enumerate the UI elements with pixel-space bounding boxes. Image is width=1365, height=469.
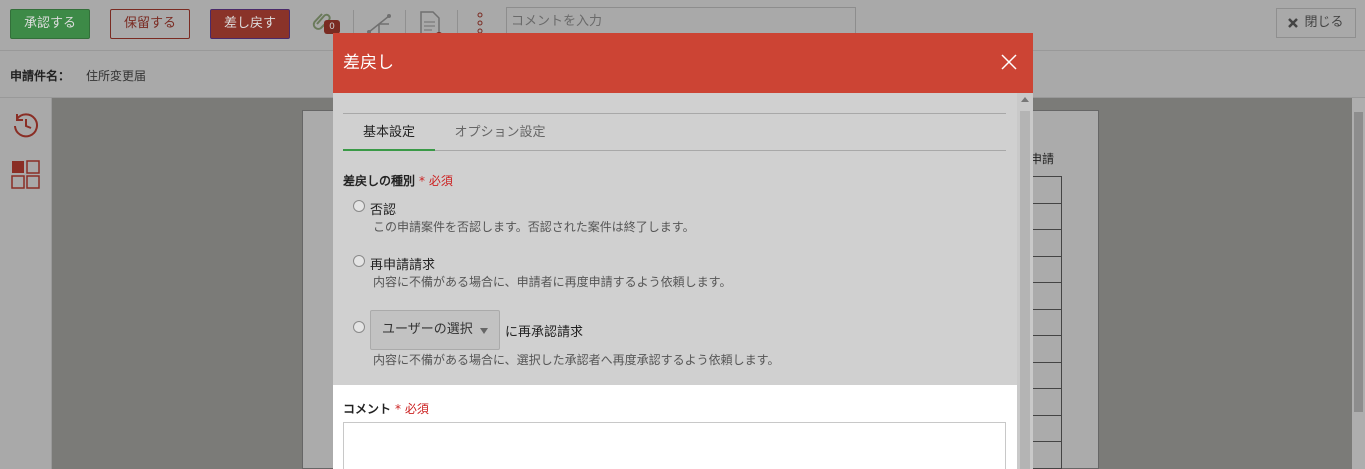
option-reapprove-desc: 内容に不備がある場合に、選択した承認者へ再度承認するよう依頼します。 bbox=[373, 353, 780, 367]
user-select-value: ユーザーの選択 bbox=[382, 322, 473, 337]
approve-button[interactable]: 承認する bbox=[10, 9, 90, 39]
tab-option-settings[interactable]: オプション設定 bbox=[435, 114, 565, 151]
close-button[interactable]: 閉じる bbox=[1276, 8, 1356, 38]
comment-required-mark: * 必須 bbox=[395, 402, 429, 416]
document-heading-fragment: 申請 bbox=[1030, 152, 1055, 166]
return-dialog: 差戻し 基本設定 オプション設定 差戻しの種別 * 必須 否認 この申請案件を否認… bbox=[333, 33, 1033, 469]
return-type-label-text: 差戻しの種別 bbox=[343, 174, 416, 188]
chevron-down-icon bbox=[480, 328, 488, 334]
request-name-label: 申請件名： bbox=[10, 69, 71, 83]
dialog-scrollbar-thumb[interactable] bbox=[1020, 111, 1030, 469]
radio-reject[interactable] bbox=[353, 200, 365, 212]
option-reject-label: 否認 bbox=[370, 203, 397, 218]
return-type-label: 差戻しの種別 * 必須 bbox=[343, 172, 453, 189]
layout-grid-icon[interactable] bbox=[11, 160, 41, 190]
dialog-body: 基本設定 オプション設定 差戻しの種別 * 必須 否認 この申請案件を否認します。… bbox=[333, 93, 1017, 469]
radio-resubmit[interactable] bbox=[353, 255, 365, 267]
attachment-count-badge: 0 bbox=[324, 20, 340, 34]
radio-reapprove[interactable] bbox=[353, 321, 365, 333]
dialog-tabs: 基本設定 オプション設定 bbox=[343, 113, 1006, 151]
comment-label: コメント * 必須 bbox=[343, 400, 429, 417]
required-mark: * 必須 bbox=[419, 174, 453, 188]
close-x-icon bbox=[1288, 17, 1299, 28]
document-table bbox=[1032, 176, 1062, 469]
request-name-value: 住所変更届 bbox=[86, 69, 147, 83]
scroll-up-icon[interactable] bbox=[1021, 97, 1029, 102]
hold-button[interactable]: 保留する bbox=[110, 9, 190, 39]
comment-textarea[interactable] bbox=[343, 422, 1006, 469]
dialog-header: 差戻し bbox=[333, 33, 1033, 93]
comment-label-text: コメント bbox=[343, 402, 392, 416]
option-reapprove-label: に再承認請求 bbox=[505, 325, 584, 340]
dialog-close-icon[interactable] bbox=[999, 52, 1019, 72]
comment-section: コメント * 必須 bbox=[333, 385, 1017, 469]
user-select-dropdown[interactable]: ユーザーの選択 bbox=[370, 310, 500, 350]
left-sidebar bbox=[0, 98, 52, 469]
option-resubmit-label: 再申請請求 bbox=[370, 258, 436, 273]
page-scrollbar-thumb[interactable] bbox=[1354, 112, 1363, 412]
tab-basic-settings[interactable]: 基本設定 bbox=[343, 114, 435, 151]
dialog-scrollbar[interactable] bbox=[1017, 93, 1033, 469]
page-scrollbar[interactable] bbox=[1352, 98, 1365, 469]
return-button[interactable]: 差し戻す bbox=[210, 9, 290, 39]
dialog-title: 差戻し bbox=[343, 53, 394, 73]
option-reject-desc: この申請案件を否認します。否認された案件は終了します。 bbox=[373, 220, 695, 234]
history-clock-icon[interactable] bbox=[11, 110, 41, 140]
option-resubmit-desc: 内容に不備がある場合に、申請者に再度申請するよう依頼します。 bbox=[373, 275, 732, 289]
close-label: 閉じる bbox=[1304, 15, 1344, 30]
comment-input[interactable]: コメントを入力 bbox=[506, 7, 856, 35]
